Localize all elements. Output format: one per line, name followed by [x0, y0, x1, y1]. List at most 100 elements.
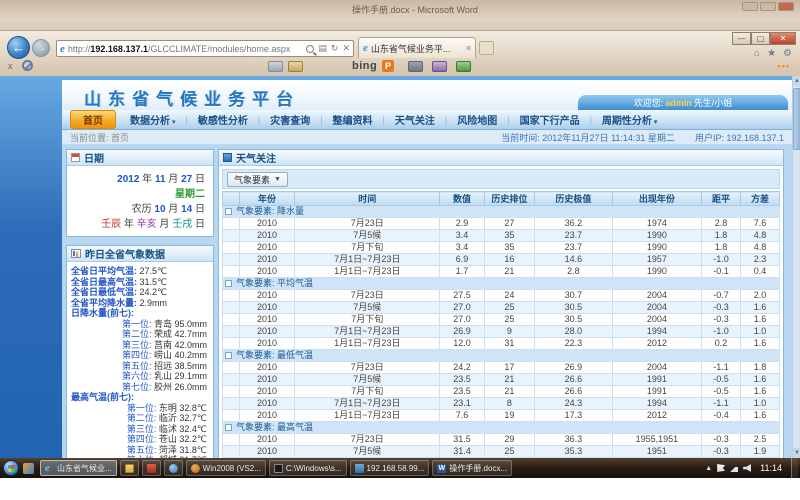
data-cell: 7月1日~7月23日 [295, 326, 440, 338]
menu-item-7[interactable]: 风险地图 [447, 112, 507, 127]
data-row[interactable]: 20107月5候23.52126.61991-0.51.6 [223, 374, 780, 386]
taskbar-button-7[interactable]: 192.168.58.99... [350, 460, 430, 476]
menu-item-1[interactable]: 首页 [70, 110, 116, 129]
tray-up-arrow[interactable]: ▲ [705, 465, 712, 472]
scrollbar[interactable]: ▲ ▼ [792, 76, 800, 458]
word-close-button[interactable] [778, 2, 794, 11]
taskbar-button-1[interactable]: e山东省气候业... [40, 460, 117, 476]
data-row[interactable]: 20101月1日~7月23日12.03122.320120.21.6 [223, 338, 780, 350]
checkbox[interactable] [225, 280, 232, 287]
data-row[interactable]: 20107月23日31.52936.31955,1951-0.32.5 [223, 434, 780, 446]
action-center-flag-icon[interactable] [717, 464, 725, 472]
scroll-down-arrow[interactable]: ▼ [793, 448, 800, 458]
section-row[interactable]: 气象要素: 平均气温 [223, 278, 780, 290]
data-row[interactable]: 20107月下旬27.02530.52004-0.31.6 [223, 314, 780, 326]
checkbox[interactable] [225, 208, 232, 215]
scroll-up-arrow[interactable]: ▲ [793, 76, 800, 86]
addon-camera-icon[interactable] [408, 61, 423, 72]
section-row[interactable]: 气象要素: 最低气温 [223, 350, 780, 362]
data-cell: -0.3 [701, 302, 740, 314]
data-row[interactable]: 20107月5候31.42535.31951-0.31.9 [223, 446, 780, 458]
rank-label: 第二位: [127, 413, 159, 423]
rank-item: 第二位: 荣成 42.7mm [71, 329, 211, 340]
menu-item-3[interactable]: 敏感性分析 [188, 112, 258, 127]
stop-icon[interactable]: ✕ [342, 43, 350, 54]
checkbox[interactable] [225, 352, 232, 359]
rank-value: 胶州 26.0mm [154, 382, 207, 392]
new-tab-button[interactable] [479, 41, 494, 55]
element-filter-button[interactable]: 气象要素 ▼ [227, 172, 288, 187]
data-row[interactable]: 20107月1日~7月23日26.9928.01994-1.01.0 [223, 326, 780, 338]
taskbar-button-5[interactable]: Win2008 (VS2... [186, 460, 266, 476]
maximize-button[interactable]: ▢ [751, 32, 770, 45]
data-cell: 22.3 [534, 338, 612, 350]
compat-view-icon[interactable]: ▤ [318, 43, 327, 54]
close-button[interactable]: ✕ [770, 32, 796, 45]
checkbox[interactable] [225, 424, 232, 431]
tab-close-icon[interactable]: × [466, 43, 471, 53]
data-row[interactable]: 20107月5候27.02530.52004-0.31.6 [223, 302, 780, 314]
menu-item-8[interactable]: 国家下行产品 [510, 112, 590, 127]
browser-tab[interactable]: e 山东省气候业务平... × [358, 37, 476, 58]
taskbar-button-2[interactable] [120, 460, 139, 476]
bing-logo[interactable]: bing [352, 60, 377, 72]
clock[interactable]: 11:14 [760, 463, 782, 473]
back-button[interactable]: ← [7, 36, 30, 59]
addon-puzzle-icon[interactable] [456, 61, 471, 72]
taskbar-button-6[interactable]: C:\Windows\s... [269, 460, 347, 476]
network-icon[interactable] [730, 464, 738, 472]
section-row[interactable]: 气象要素: 最高气温 [223, 422, 780, 434]
data-row[interactable]: 20107月23日24.21726.92004-1.11.8 [223, 362, 780, 374]
minimize-button[interactable]: — [732, 32, 751, 45]
column-header: 时间 [295, 192, 440, 206]
search-icon[interactable] [306, 45, 314, 53]
address-bar[interactable]: e http://192.168.137.1/GLCCLIMATE/module… [56, 40, 354, 57]
menu-item-2[interactable]: 数据分析▾ [120, 112, 186, 127]
addon-wallet-icon[interactable] [288, 61, 303, 72]
data-cell: 2.9 [440, 218, 485, 230]
data-row[interactable]: 20107月下旬3.43523.719901.84.8 [223, 242, 780, 254]
data-row[interactable]: 20107月1日~7月23日6.91614.61957-1.02.3 [223, 254, 780, 266]
menu-item-9[interactable]: 周期性分析▾ [592, 112, 668, 127]
forward-button[interactable]: → [32, 39, 50, 57]
taskbar-button-label: 山东省气候业... [57, 463, 112, 474]
data-cell: 1.6 [740, 314, 779, 326]
data-cell: -1.1 [701, 362, 740, 374]
data-cell: 19 [484, 410, 534, 422]
url-text[interactable]: http://192.168.137.1/GLCCLIMATE/modules/… [68, 44, 303, 54]
data-cell: 1951 [612, 446, 701, 458]
data-row[interactable]: 20107月下旬23.52126.61991-0.51.6 [223, 386, 780, 398]
data-row[interactable]: 20101月1日~7月23日1.7212.81990-0.10.4 [223, 266, 780, 278]
taskbar-button-3[interactable] [142, 460, 161, 476]
volume-icon[interactable] [743, 464, 751, 472]
data-row[interactable]: 20107月5候3.43523.719901.84.8 [223, 230, 780, 242]
data-row[interactable]: 20107月23日27.52430.72004-0.72.0 [223, 290, 780, 302]
scroll-thumb[interactable] [793, 88, 800, 150]
toolbar-close-icon[interactable]: x [8, 61, 13, 71]
bing-badge-icon[interactable]: P [382, 60, 394, 72]
more-icon[interactable]: ••• [778, 61, 790, 71]
word-minimize-button[interactable] [742, 2, 758, 11]
show-desktop-button[interactable] [791, 458, 798, 478]
quick-launch-icon[interactable] [23, 463, 34, 474]
taskbar-button-4[interactable] [164, 460, 183, 476]
menu-item-6[interactable]: 天气关注 [385, 112, 445, 127]
data-row[interactable]: 20101月1日~7月23日7.61917.32012-0.41.6 [223, 410, 780, 422]
start-button[interactable] [3, 460, 19, 476]
menu-item-4[interactable]: 灾害查询 [260, 112, 320, 127]
data-cell: 2010 [239, 386, 295, 398]
section-row[interactable]: 气象要素: 降水量 [223, 206, 780, 218]
menu-item-5[interactable]: 整编资料 [323, 112, 383, 127]
data-cell: 23.1 [440, 398, 485, 410]
data-cell: 1.6 [740, 386, 779, 398]
data-row[interactable]: 20107月1日~7月23日23.1824.31994-1.11.0 [223, 398, 780, 410]
addon-sparkle-icon[interactable] [432, 61, 447, 72]
data-row[interactable]: 20107月23日2.92736.219742.87.6 [223, 218, 780, 230]
date-segment: 壬戌 [172, 219, 192, 230]
addon-card-icon[interactable] [268, 61, 283, 72]
word-maximize-button[interactable] [760, 2, 776, 11]
refresh-icon[interactable]: ↻ [331, 43, 339, 54]
column-header: 数值 [440, 192, 485, 206]
data-cell: 26.6 [534, 386, 612, 398]
taskbar-button-8[interactable]: W操作手册.docx... [432, 460, 512, 476]
